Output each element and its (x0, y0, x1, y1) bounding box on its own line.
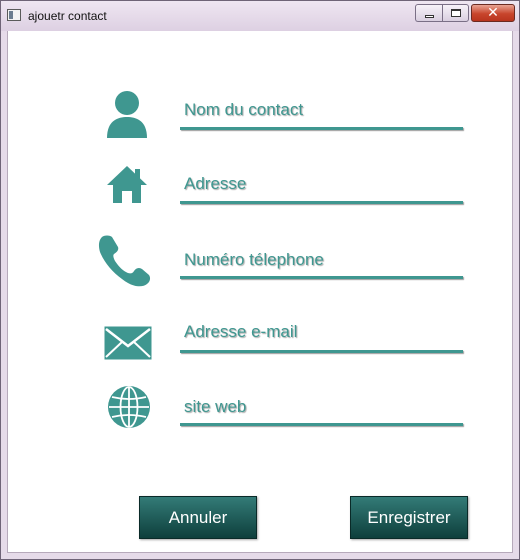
address-underline (180, 201, 463, 204)
person-icon (104, 90, 150, 140)
email-underline (180, 350, 463, 353)
close-icon: ✕ (487, 5, 499, 21)
contact-name-underline (180, 127, 463, 130)
website-underline (180, 423, 463, 426)
maximize-button[interactable] (442, 4, 469, 22)
phone-underline (180, 276, 463, 279)
envelope-icon (103, 325, 153, 361)
maximize-icon (450, 9, 461, 17)
phone-icon (96, 232, 152, 288)
globe-icon (106, 384, 152, 430)
title-bar[interactable]: ajouetr contact ✕ (1, 1, 519, 31)
cancel-button[interactable]: Annuler (139, 496, 257, 539)
home-icon (106, 164, 148, 204)
app-icon[interactable] (7, 9, 21, 21)
website-field[interactable]: site web (184, 397, 246, 417)
dialog-window: ajouetr contact ✕ Nom du contact Adresse (0, 0, 520, 560)
address-field[interactable]: Adresse (184, 174, 246, 194)
close-button[interactable]: ✕ (471, 4, 515, 22)
save-button[interactable]: Enregistrer (350, 496, 468, 539)
window-title: ajouetr contact (28, 9, 107, 23)
contact-name-field[interactable]: Nom du contact (184, 100, 303, 120)
minimize-button[interactable] (415, 4, 442, 22)
email-field[interactable]: Adresse e-mail (184, 322, 297, 342)
phone-field[interactable]: Numéro télephone (184, 250, 324, 270)
minimize-icon (424, 14, 434, 18)
form-panel: Nom du contact Adresse Numéro télephone (7, 31, 513, 553)
